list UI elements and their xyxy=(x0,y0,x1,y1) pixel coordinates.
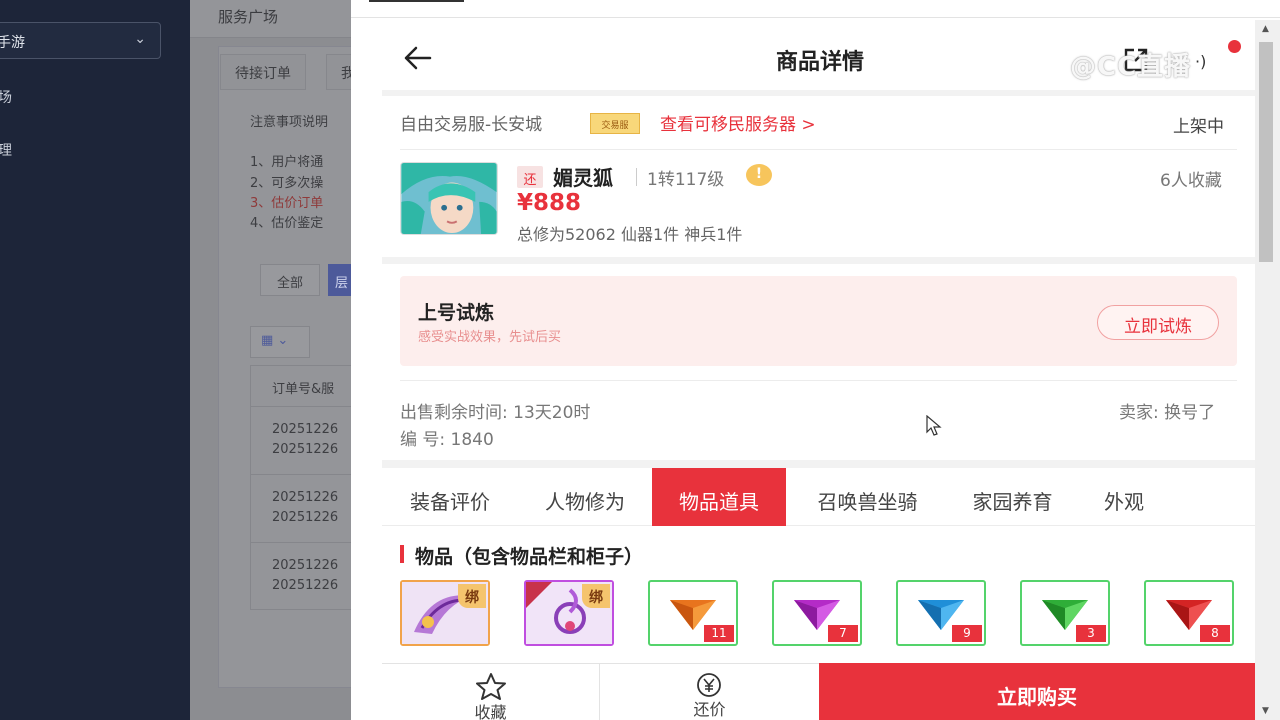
bind-tag: 绑 xyxy=(458,584,486,608)
table-cell: 20251226 xyxy=(272,510,339,525)
item-count: 3 xyxy=(1076,625,1106,642)
divider xyxy=(400,380,1237,381)
migrate-server-link[interactable]: 查看可移民服务器 > xyxy=(660,110,816,135)
item-slot[interactable]: 7 xyxy=(772,580,862,646)
more-icon[interactable]: ·) xyxy=(1195,52,1206,71)
tab-homestead[interactable]: 家园养育 xyxy=(950,468,1075,526)
seller-name: 卖家: 换号了 xyxy=(1119,403,1216,423)
table-cell: 20251226 xyxy=(272,442,339,457)
sale-remaining-time: 出售剩余时间: 13天20时 xyxy=(400,403,591,423)
item-slot[interactable]: 绑 xyxy=(400,580,490,646)
role-summary: 总修为52062 仙器1件 神兵1件 xyxy=(517,225,743,244)
role-level: 1转117级 xyxy=(647,170,725,190)
item-slot[interactable]: 3 xyxy=(1020,580,1110,646)
tab-summons-mounts[interactable]: 召唤兽坐骑 xyxy=(795,468,940,526)
trial-button[interactable]: 立即试炼 xyxy=(1097,305,1219,340)
tab-items[interactable]: 物品道具 xyxy=(652,468,786,526)
item-count: 9 xyxy=(952,625,982,642)
back-arrow-icon[interactable] xyxy=(400,40,436,76)
bargain-label: 还价 xyxy=(693,700,726,719)
bind-tag: 绑 xyxy=(582,584,610,608)
server-tag-badge: 交易服 xyxy=(590,113,640,134)
table-cell: 20251226 xyxy=(272,578,339,593)
section-separator xyxy=(382,90,1255,96)
serial-number: 编 号: 1840 xyxy=(400,430,494,450)
background-header: 服务广场 xyxy=(190,0,360,38)
background-header-title: 服务广场 xyxy=(218,8,279,26)
return-badge: 还 xyxy=(517,166,543,188)
notice-title: 注意事项说明 xyxy=(250,115,329,130)
table-cell: 20251226 xyxy=(272,558,339,573)
tab-character-cultivation[interactable]: 人物修为 xyxy=(525,468,645,526)
order-table xyxy=(250,365,360,610)
sidebar-item-manage[interactable]: 理 xyxy=(0,140,12,160)
favorite-button[interactable]: 收藏 xyxy=(382,663,599,720)
item-slot[interactable]: 9 xyxy=(896,580,986,646)
item-slot[interactable]: 绑 xyxy=(524,580,614,646)
table-row-divider xyxy=(250,474,360,475)
notification-dot xyxy=(1228,40,1241,53)
listing-status: 上架中 xyxy=(1173,117,1224,137)
item-slot[interactable]: 8 xyxy=(1144,580,1234,646)
notice-line-2: 2、可多次操 xyxy=(250,176,324,191)
filter-all-button[interactable]: 全部 xyxy=(260,264,321,296)
role-name: 媚灵狐 xyxy=(553,166,613,190)
table-cell: 20251226 xyxy=(272,490,339,505)
star-icon xyxy=(476,673,506,700)
warning-icon[interactable]: ! xyxy=(746,164,772,186)
item-count: 11 xyxy=(704,625,734,642)
mouse-cursor-icon xyxy=(926,415,942,436)
sidebar: 手游 ⌄ 场 理 xyxy=(0,0,190,720)
game-select[interactable]: 手游 ⌄ xyxy=(0,22,161,59)
section-separator xyxy=(382,460,1255,468)
section-separator xyxy=(382,257,1255,264)
game-select-label: 手游 xyxy=(0,35,25,51)
bargain-button[interactable]: 还价 xyxy=(600,663,819,720)
item-count: 8 xyxy=(1200,625,1230,642)
window-top-strip xyxy=(351,0,1280,18)
table-cell: 20251226 xyxy=(272,422,339,437)
tab-appearance[interactable]: 外观 xyxy=(1088,468,1160,526)
notice-line-1: 1、用户将通 xyxy=(250,155,324,170)
section-accent-bar xyxy=(400,545,404,563)
grid-icon: ▦ ⌄ xyxy=(261,333,289,348)
divider xyxy=(636,168,637,186)
trial-subtitle: 感受实战效果，先试后买 xyxy=(418,330,562,345)
divider xyxy=(400,149,1237,150)
notice-line-3: 3、估价订单 xyxy=(250,196,324,211)
role-avatar[interactable] xyxy=(400,162,498,235)
table-row-divider xyxy=(250,406,360,407)
watermark-logo: @CC直播 xyxy=(1070,52,1192,82)
price: ¥888 xyxy=(517,190,582,216)
sidebar-item-square[interactable]: 场 xyxy=(0,87,12,107)
server-name: 自由交易服-长安城 xyxy=(400,115,543,135)
column-toggle-button[interactable]: ▦ ⌄ xyxy=(250,326,310,358)
section-title: 物品（包含物品栏和柜子） xyxy=(415,546,644,568)
trial-title: 上号试炼 xyxy=(418,302,495,324)
item-count: 7 xyxy=(828,625,858,642)
scroll-up-icon[interactable]: ▲ xyxy=(1262,24,1269,34)
buy-now-button[interactable]: 立即购买 xyxy=(819,663,1255,720)
order-table-header: 订单号&服 xyxy=(272,382,335,397)
favorite-label: 收藏 xyxy=(474,703,507,720)
chevron-down-icon: ⌄ xyxy=(134,31,146,47)
notice-line-4: 4、估价鉴定 xyxy=(250,216,324,231)
scroll-down-icon[interactable]: ▼ xyxy=(1262,706,1269,716)
tab-equipment-rating[interactable]: 装备评价 xyxy=(390,468,510,526)
item-slot[interactable]: 11 xyxy=(648,580,738,646)
scrollbar-thumb[interactable] xyxy=(1259,42,1273,262)
tab-pending-orders[interactable]: 待接订单 xyxy=(220,54,306,90)
yen-coin-icon xyxy=(697,673,721,697)
table-row-divider xyxy=(250,542,360,543)
page-title: 商品详情 xyxy=(775,50,864,75)
favorite-count: 6人收藏 xyxy=(1160,171,1222,191)
